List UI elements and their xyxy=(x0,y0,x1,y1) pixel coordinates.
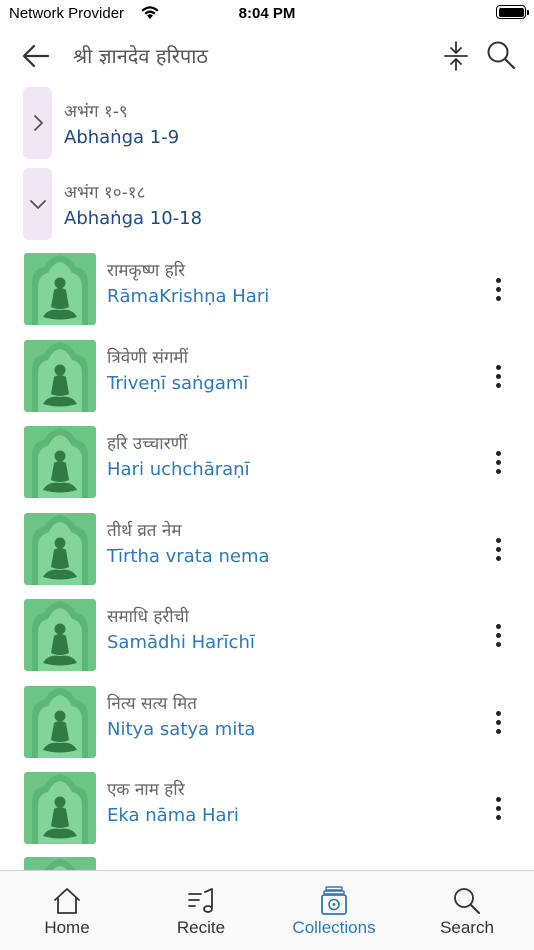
collections-icon xyxy=(321,886,347,915)
status-bar: Network Provider 8:04 PM xyxy=(0,0,534,28)
section-abhanga-10-18[interactable]: अभंग १०-१८ Abhaṅga 10-18 xyxy=(0,168,534,240)
item-title: Hari uchchāraṇī xyxy=(107,459,250,480)
meditating-figure-icon xyxy=(32,774,88,844)
more-options-icon[interactable] xyxy=(484,794,512,822)
item-title-devanagari: तीर्थ व्रत नेम xyxy=(107,521,182,541)
back-arrow-icon[interactable] xyxy=(20,40,52,72)
meditating-figure-icon xyxy=(32,342,88,412)
item-title-devanagari: एक नाम हरि xyxy=(107,780,185,800)
section-abhanga-1-9[interactable]: अभंग १-९ Abhaṅga 1-9 xyxy=(0,87,534,159)
meditating-figure-icon xyxy=(32,601,88,671)
page-title: श्री ज्ञानदेव हरिपाठ xyxy=(73,44,209,68)
meditating-figure-thumbnail xyxy=(24,513,96,585)
more-options-icon[interactable] xyxy=(484,535,512,563)
item-title-devanagari: त्रिवेणी संगमीं xyxy=(107,348,188,368)
item-title: Nitya satya mita xyxy=(107,719,256,740)
meditating-figure-thumbnail xyxy=(24,426,96,498)
section-title-devanagari: अभंग १-९ xyxy=(64,102,128,122)
list-item[interactable]: त्रिवेणी संगमीं Triveṇī saṅgamī xyxy=(0,340,534,414)
item-title: Triveṇī saṅgamī xyxy=(107,373,249,394)
item-title: Tīrtha vrata nema xyxy=(107,546,270,567)
chevron-down-icon xyxy=(29,200,46,209)
list-item[interactable]: हरि उच्चारणीं Hari uchchāraṇī xyxy=(0,426,534,500)
item-title-devanagari: हरि उच्चारणीं xyxy=(107,434,188,454)
tab-search[interactable]: Search xyxy=(400,871,534,950)
music-notes-icon xyxy=(188,888,213,913)
more-options-icon[interactable] xyxy=(484,362,512,390)
tab-label: Collections xyxy=(292,918,376,937)
meditating-figure-thumbnail xyxy=(24,772,96,844)
tab-bar: Home Recite Collections Search xyxy=(0,870,534,950)
more-options-icon[interactable] xyxy=(484,275,512,303)
item-title-devanagari: समाधि हरीची xyxy=(107,607,189,627)
home-icon xyxy=(54,888,80,914)
list-item[interactable]: समाधि हरीची Samādhi Harīchī xyxy=(0,599,534,673)
meditating-figure-icon xyxy=(32,428,88,498)
tab-collections[interactable]: Collections xyxy=(267,871,401,950)
search-icon[interactable] xyxy=(485,39,517,71)
item-title-devanagari: रामकृष्ण हरि xyxy=(107,261,186,281)
meditating-figure-thumbnail xyxy=(24,253,96,325)
meditating-figure-thumbnail xyxy=(24,599,96,671)
meditating-figure-icon xyxy=(32,255,88,325)
more-options-icon[interactable] xyxy=(484,708,512,736)
item-title-devanagari: नित्य सत्य मित xyxy=(107,694,197,714)
chevron-right-icon xyxy=(33,115,43,131)
search-icon xyxy=(454,888,480,914)
item-title: Samādhi Harīchī xyxy=(107,632,255,653)
meditating-figure-icon xyxy=(32,688,88,758)
collapse-toggle[interactable] xyxy=(23,168,52,240)
item-title: Eka nāma Hari xyxy=(107,805,239,826)
nav-bar: श्री ज्ञानदेव हरिपाठ xyxy=(0,30,534,80)
section-title: Abhaṅga 10-18 xyxy=(64,208,203,229)
battery-icon xyxy=(496,5,529,19)
more-options-icon[interactable] xyxy=(484,621,512,649)
clock: 8:04 PM xyxy=(238,5,296,22)
meditating-figure-icon xyxy=(32,515,88,585)
section-title-devanagari: अभंग १०-१८ xyxy=(64,183,146,203)
more-options-icon[interactable] xyxy=(484,448,512,476)
item-title: RāmaKrishṇa Hari xyxy=(107,286,270,307)
expand-toggle[interactable] xyxy=(23,87,52,159)
section-title: Abhaṅga 1-9 xyxy=(64,127,180,148)
tab-label: Recite xyxy=(176,918,226,937)
tab-home[interactable]: Home xyxy=(0,871,134,950)
collapse-all-icon[interactable] xyxy=(441,40,471,72)
meditating-figure-thumbnail xyxy=(24,340,96,412)
meditating-figure-thumbnail xyxy=(24,686,96,758)
list-item[interactable]: रामकृष्ण हरि RāmaKrishṇa Hari xyxy=(0,253,534,327)
tab-label: Home xyxy=(44,918,90,937)
list-item[interactable]: नित्य सत्य मित Nitya satya mita xyxy=(0,686,534,760)
tab-recite[interactable]: Recite xyxy=(134,871,268,950)
tab-label: Search xyxy=(440,918,494,937)
list-item[interactable]: एक नाम हरि Eka nāma Hari xyxy=(0,772,534,846)
list-item[interactable]: तीर्थ व्रत नेम Tīrtha vrata nema xyxy=(0,513,534,587)
